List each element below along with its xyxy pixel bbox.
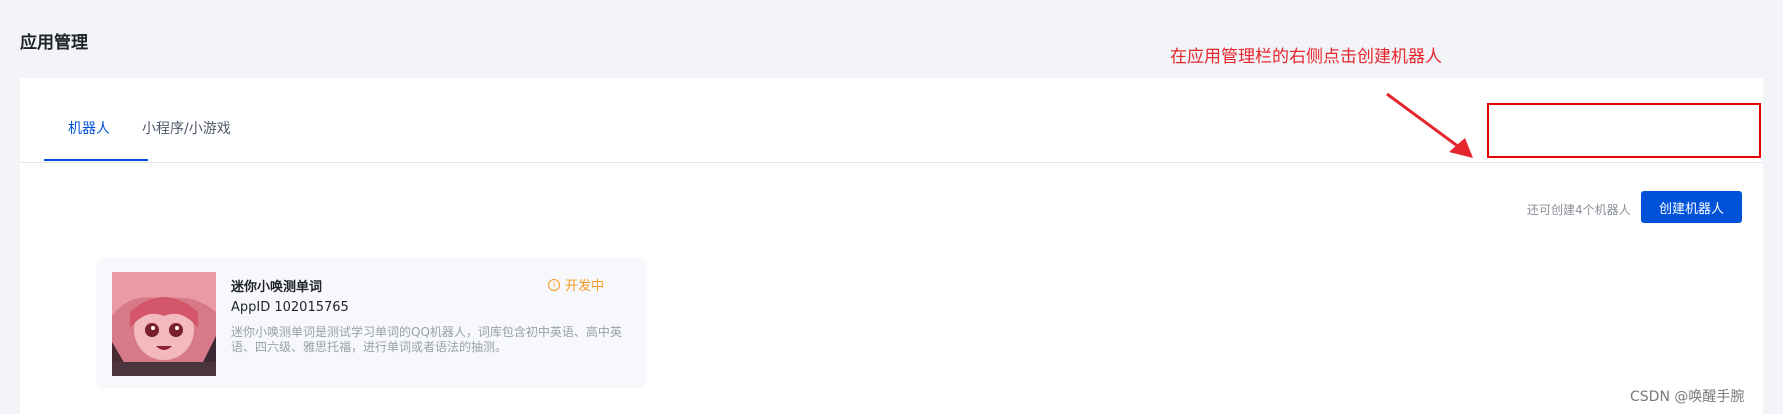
tab-bots[interactable]: 机器人 xyxy=(68,118,110,138)
watermark: CSDN @唤醒手腕 xyxy=(1630,389,1745,405)
bot-avatar xyxy=(112,272,216,376)
bot-card[interactable]: 迷你小唤测单词 i 开发中 AppID 102015765 迷你小唤测单词是测试… xyxy=(96,258,646,388)
page-title: 应用管理 xyxy=(20,33,88,53)
tab-mini-programs[interactable]: 小程序/小游戏 xyxy=(142,118,231,138)
bot-status-badge: i 开发中 xyxy=(548,275,604,294)
bot-appid: AppID 102015765 xyxy=(231,300,349,315)
remaining-quota-text: 还可创建4个机器人 xyxy=(1527,203,1631,217)
anime-avatar-icon xyxy=(112,272,216,376)
bot-name: 迷你小唤测单词 xyxy=(231,280,323,295)
annotation-highlight-box xyxy=(1487,103,1761,158)
active-tab-indicator xyxy=(44,159,148,161)
info-circle-icon: i xyxy=(548,278,560,291)
bot-status-label: 开发中 xyxy=(565,279,605,294)
create-bot-button[interactable]: 创建机器人 xyxy=(1641,191,1742,223)
page-root: 应用管理 机器人 小程序/小游戏 还可创建4个机器人 创建机器人 迷你小唤测单词… xyxy=(0,0,1783,414)
bot-description: 迷你小唤测单词是测试学习单词的QQ机器人，词库包含初中英语、高中英语、四六级、雅… xyxy=(231,325,622,354)
annotation-text: 在应用管理栏的右侧点击创建机器人 xyxy=(1170,47,1442,67)
annotation-arrow-icon xyxy=(1386,92,1473,158)
